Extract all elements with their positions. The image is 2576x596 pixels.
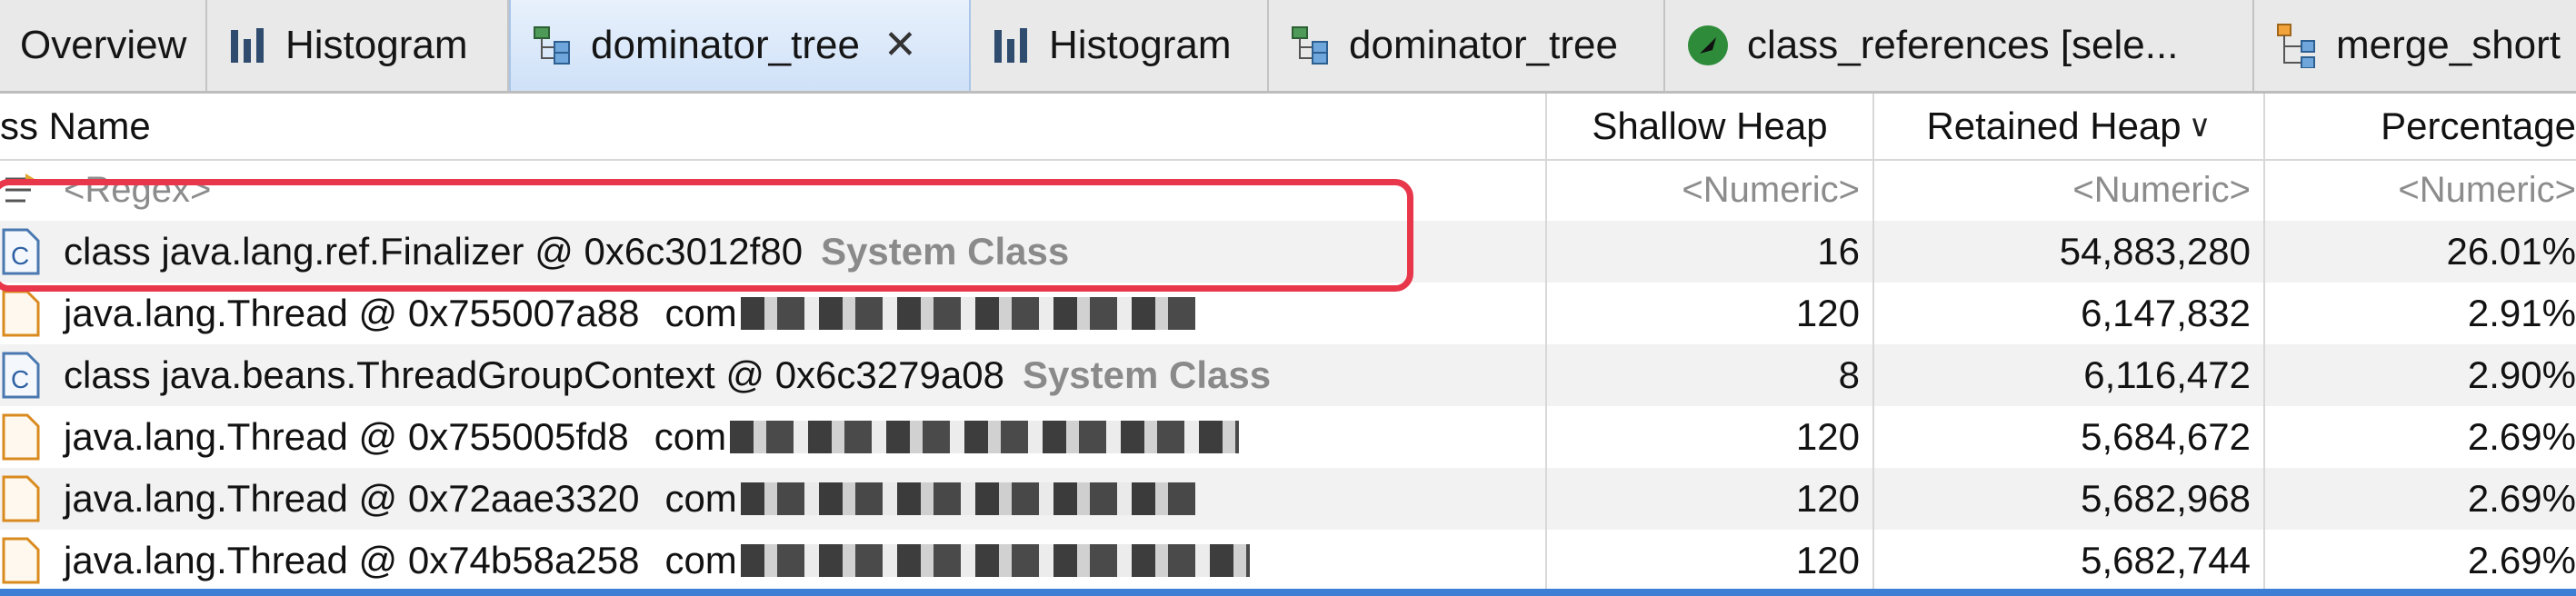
row-class-name: java.lang.Thread @ 0x755005fd8 com — [0, 406, 1545, 468]
column-header-percentage[interactable]: Percentage — [2263, 94, 2576, 159]
filter-retained-heap-input[interactable]: <Numeric> — [1872, 159, 2263, 221]
row-class-name: java.lang.Thread @ 0x74b58a258 com — [0, 530, 1545, 591]
column-header-class-name-label: ss Name — [0, 104, 151, 147]
row-retained-heap: 6,147,832 — [1872, 283, 2263, 344]
row-object-label: java.lang.Thread @ 0x755005fd8 — [64, 415, 629, 458]
row-retained-heap: 54,883,280 — [1872, 221, 2263, 283]
class-references-icon — [1685, 23, 1731, 68]
column-header-shallow-heap[interactable]: Shallow Heap — [1545, 94, 1872, 159]
row-percentage: 2.90% — [2263, 344, 2576, 406]
filter-percentage-placeholder: <Numeric> — [2398, 169, 2576, 210]
row-retained-heap: 6,116,472 — [1872, 344, 2263, 406]
tab-merge-shortest-paths[interactable]: merge_short — [2254, 0, 2576, 91]
filter-percentage-input[interactable]: <Numeric> — [2263, 159, 2576, 221]
system-class-tag: System Class — [821, 230, 1070, 273]
row-object-detail: com — [664, 477, 737, 520]
row-shallow-heap: 120 — [1545, 283, 1872, 344]
tab-dominator-tree-active[interactable]: dominator_tree ✕ — [509, 0, 971, 91]
histogram-icon — [227, 25, 269, 66]
row-shallow-heap: 16 — [1545, 221, 1872, 283]
histogram-icon — [991, 25, 1033, 66]
table-row[interactable]: C class java.beans.ThreadGroupContext @ … — [0, 344, 2576, 406]
redacted-text — [730, 421, 1240, 453]
tab-dominator-tree-2[interactable]: dominator_tree — [1269, 0, 1665, 91]
selection-bar — [0, 589, 2576, 596]
row-percentage: 2.91% — [2263, 283, 2576, 344]
row-shallow-heap: 120 — [1545, 406, 1872, 468]
dominator-tree-icon — [531, 24, 574, 67]
redacted-text — [740, 297, 1195, 330]
merge-shortest-paths-icon — [2274, 23, 2320, 68]
tab-dominator-tree-2-label: dominator_tree — [1349, 23, 1618, 67]
column-header-class-name[interactable]: ss Name — [0, 94, 1545, 159]
tab-overview-label: Overview — [20, 23, 187, 67]
tab-histogram[interactable]: Histogram — [207, 0, 509, 91]
tab-dominator-tree-label: dominator_tree — [591, 23, 860, 67]
row-object-detail: com — [654, 415, 727, 458]
filter-retained-heap-placeholder: <Numeric> — [2072, 169, 2251, 210]
row-shallow-heap: 120 — [1545, 530, 1872, 591]
filter-class-name-placeholder: <Regex> — [64, 169, 212, 210]
row-class-name: class java.lang.ref.Finalizer @ 0x6c3012… — [0, 221, 1545, 283]
row-object-detail: com — [664, 292, 737, 334]
tab-overview[interactable]: Overview — [0, 0, 207, 91]
tab-histogram-2-label: Histogram — [1049, 23, 1232, 67]
tab-merge-shortest-paths-label: merge_short — [2336, 23, 2561, 67]
row-object-label: java.lang.Thread @ 0x72aae3320 — [64, 477, 640, 520]
column-header-retained-heap[interactable]: Retained Heap ∨ — [1872, 94, 2263, 159]
row-retained-heap: 5,682,968 — [1872, 468, 2263, 530]
editor-tab-bar: Overview Histogram dominator_tree ✕ Hist… — [0, 0, 2576, 94]
tab-class-references[interactable]: class_references [sele... — [1665, 0, 2254, 91]
row-object-detail: com — [664, 539, 737, 581]
close-icon[interactable]: ✕ — [884, 25, 917, 65]
row-percentage: 2.69% — [2263, 406, 2576, 468]
row-percentage: 2.69% — [2263, 530, 2576, 591]
tab-histogram-label: Histogram — [285, 23, 468, 67]
row-retained-heap: 5,682,744 — [1872, 530, 2263, 591]
row-shallow-heap: 8 — [1545, 344, 1872, 406]
column-header-shallow-heap-label: Shallow Heap — [1592, 104, 1828, 147]
filter-row: <Regex> <Numeric> <Numeric> <Numeric> — [0, 159, 2576, 222]
row-class-name: java.lang.Thread @ 0x72aae3320 com — [0, 468, 1545, 530]
row-object-label: class java.lang.ref.Finalizer @ 0x6c3012… — [64, 230, 804, 273]
row-object-label: java.lang.Thread @ 0x755007a88 — [64, 292, 640, 334]
row-percentage: 2.69% — [2263, 468, 2576, 530]
filter-class-name-input[interactable]: <Regex> — [0, 159, 1545, 221]
column-header-percentage-label: Percentage — [2381, 104, 2576, 147]
row-class-name: class java.beans.ThreadGroupContext @ 0x… — [0, 344, 1545, 406]
row-object-label: class java.beans.ThreadGroupContext @ 0x… — [64, 353, 1004, 396]
redacted-text — [740, 544, 1250, 577]
table-header: ss Name Shallow Heap Retained Heap ∨ Per… — [0, 94, 2576, 161]
row-percentage: 26.01% — [2263, 221, 2576, 283]
dominator-tree-table: ss Name Shallow Heap Retained Heap ∨ Per… — [0, 94, 2576, 596]
table-row[interactable]: java.lang.Thread @ 0x72aae3320 com 120 5… — [0, 468, 2576, 530]
table-row[interactable]: java.lang.Thread @ 0x755007a88 com 120 6… — [0, 283, 2576, 344]
table-row[interactable]: C class java.lang.ref.Finalizer @ 0x6c30… — [0, 221, 2576, 283]
sort-descending-icon: ∨ — [2188, 109, 2212, 144]
tab-histogram-2[interactable]: Histogram — [971, 0, 1269, 91]
redacted-text — [740, 482, 1195, 515]
table-body: C class java.lang.ref.Finalizer @ 0x6c30… — [0, 221, 2576, 591]
dominator-tree-icon — [1289, 24, 1333, 67]
table-row[interactable]: java.lang.Thread @ 0x74b58a258 com 120 5… — [0, 530, 2576, 591]
row-shallow-heap: 120 — [1545, 468, 1872, 530]
filter-shallow-heap-placeholder: <Numeric> — [1682, 169, 1860, 210]
column-header-retained-heap-label: Retained Heap — [1926, 104, 2182, 147]
tab-class-references-label: class_references [sele... — [1747, 23, 2179, 67]
row-object-label: java.lang.Thread @ 0x74b58a258 — [64, 539, 640, 581]
row-class-name: java.lang.Thread @ 0x755007a88 com — [0, 283, 1545, 344]
system-class-tag: System Class — [1022, 353, 1272, 396]
table-row[interactable]: java.lang.Thread @ 0x755005fd8 com 120 5… — [0, 406, 2576, 468]
row-retained-heap: 5,684,672 — [1872, 406, 2263, 468]
filter-shallow-heap-input[interactable]: <Numeric> — [1545, 159, 1872, 221]
